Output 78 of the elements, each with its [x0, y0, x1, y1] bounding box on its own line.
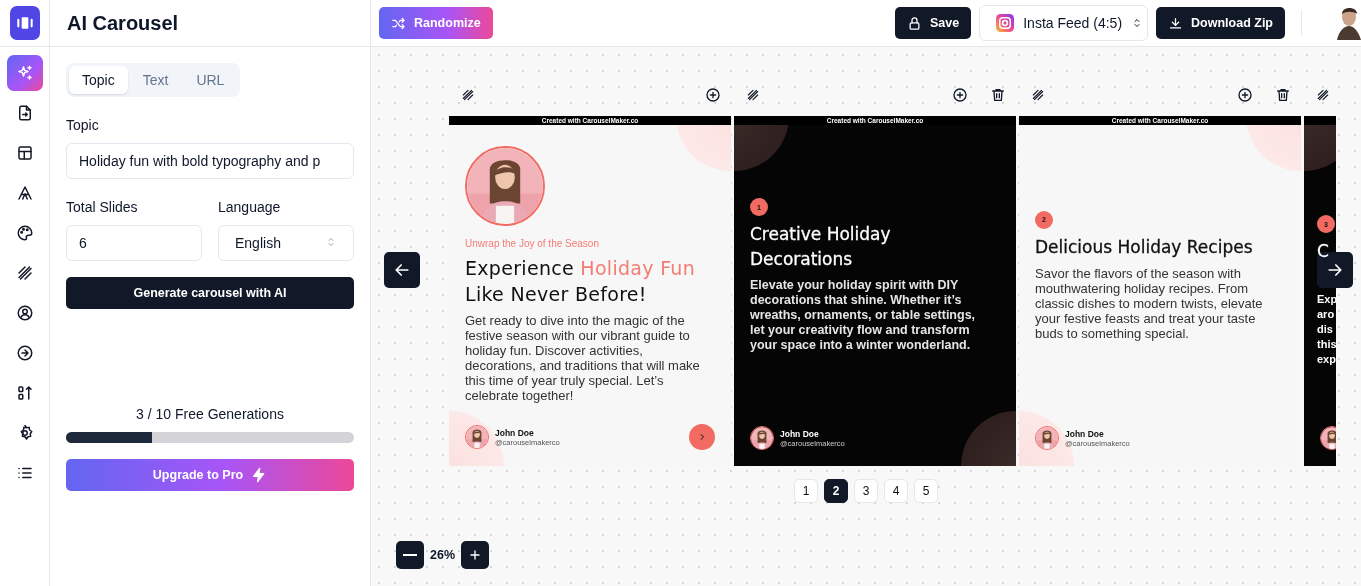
hatch-icon — [15, 264, 34, 282]
generate-button[interactable]: Generate carousel with AI — [66, 277, 354, 309]
language-select[interactable]: English — [218, 225, 354, 261]
palette-icon — [15, 224, 34, 242]
mode-tab[interactable]: Text — [129, 66, 182, 94]
slide-body-line: exp — [1317, 352, 1336, 367]
layout-icon — [15, 144, 34, 162]
page-button[interactable]: 5 — [914, 479, 938, 503]
camera-icon — [996, 14, 1015, 32]
logo[interactable] — [9, 6, 40, 40]
previous-button[interactable] — [384, 252, 420, 288]
field-label: Topic — [66, 117, 100, 133]
slide-body: Savor the flavors of the season with mouthwatering holiday recipes. From classic dishes to modern twists, elevate your festive feasts and treat your taste buds to something special. — [1035, 265, 1264, 341]
slide-title: Creative Holiday Decorations — [750, 223, 892, 271]
page-button[interactable]: 1 — [794, 479, 818, 503]
pattern-button[interactable] — [1316, 88, 1330, 102]
pattern-button[interactable] — [461, 88, 475, 102]
pattern-button[interactable] — [746, 88, 760, 102]
topic-field[interactable]: Holiday fun with bold typography and p — [66, 143, 354, 179]
slide-body-line: aro — [1317, 307, 1336, 322]
delete-slide-button[interactable] — [1275, 87, 1291, 103]
slide-title: Experience Holiday Fun Like Never Before! — [465, 256, 697, 307]
field-label: Total Slides — [66, 199, 139, 215]
add-slide-button[interactable] — [952, 87, 968, 103]
sort-icon — [15, 384, 34, 402]
arrow-circle-icon — [15, 344, 34, 362]
slides-count-field[interactable]: 6 — [66, 225, 202, 261]
slide-kicker: Unwrap the Joy of the Season — [465, 238, 600, 249]
hatch-icon — [1031, 88, 1045, 102]
slide-body-line: this — [1317, 337, 1336, 352]
zoom-out-button[interactable] — [396, 541, 424, 569]
save-button[interactable]: Save — [895, 7, 972, 39]
author-name: John Doe — [780, 428, 820, 439]
slide-body-line: dis — [1317, 322, 1334, 337]
page-button[interactable]: 2 — [824, 479, 848, 503]
hatch-icon — [1316, 88, 1330, 102]
shuffle-icon — [391, 15, 406, 31]
delete-slide-button[interactable] — [990, 87, 1006, 103]
trash-icon — [1275, 87, 1291, 103]
add-slide-button[interactable] — [705, 87, 721, 103]
mode-tab[interactable]: Topic — [69, 66, 128, 94]
pattern-button[interactable] — [1031, 88, 1045, 102]
author-name: John Doe — [495, 427, 535, 438]
typeface-icon — [15, 184, 34, 202]
trash-icon — [990, 87, 1006, 103]
page-button[interactable]: 3 — [854, 479, 878, 503]
app-title: AI Carousel — [67, 11, 179, 35]
hatch-icon — [746, 88, 760, 102]
page-button[interactable]: 4 — [884, 479, 908, 503]
plus-circle-icon — [705, 87, 721, 103]
slide-body: Get ready to dive into the magic of the festive season with our vibrant guide to holiday fun. Discover activities, decorations, and traditions that will make this time of year truly special. Let’s celebrate together! — [465, 313, 701, 403]
slide-body: Elevate your holiday spirit with DIY decorations that shine. Whether it’s wreaths, ornaments, or table settings, let your creativity flow and transform your space into a winter wonderland. — [750, 278, 977, 353]
hatch-icon — [461, 88, 475, 102]
field-label: Language — [218, 199, 282, 215]
user-circle-icon — [15, 304, 34, 322]
carousel-slide[interactable] — [1019, 116, 1301, 466]
usage-text: 3 / 10 Free Generations — [135, 406, 285, 422]
plus-circle-icon — [952, 87, 968, 103]
chevrons-icon — [325, 236, 337, 248]
zoom-in-button[interactable] — [461, 541, 490, 569]
minus-icon — [403, 554, 417, 556]
slide-body-line: Exp — [1317, 292, 1336, 307]
next-button[interactable] — [689, 424, 715, 450]
author-name: John Doe — [1065, 428, 1105, 439]
slide-title: C — [1317, 240, 1330, 263]
slide-title: Delicious Holiday Recipes — [1035, 235, 1254, 259]
lock-icon — [907, 15, 923, 31]
add-slide-button[interactable] — [1237, 87, 1253, 103]
randomize-button[interactable]: Randomize — [379, 7, 493, 39]
plus-circle-icon — [1237, 87, 1253, 103]
format-select[interactable]: Insta Feed (4:5) — [979, 5, 1149, 41]
download-icon — [1168, 15, 1184, 31]
mode-tab[interactable]: URL — [183, 66, 238, 94]
upgrade-button[interactable]: Upgrade to Pro — [66, 459, 354, 491]
sparkles-icon — [15, 64, 34, 82]
carousel-slide[interactable] — [734, 116, 1016, 466]
zoom-level: 26% — [429, 548, 457, 562]
download-button[interactable]: Download Zip — [1156, 7, 1285, 39]
